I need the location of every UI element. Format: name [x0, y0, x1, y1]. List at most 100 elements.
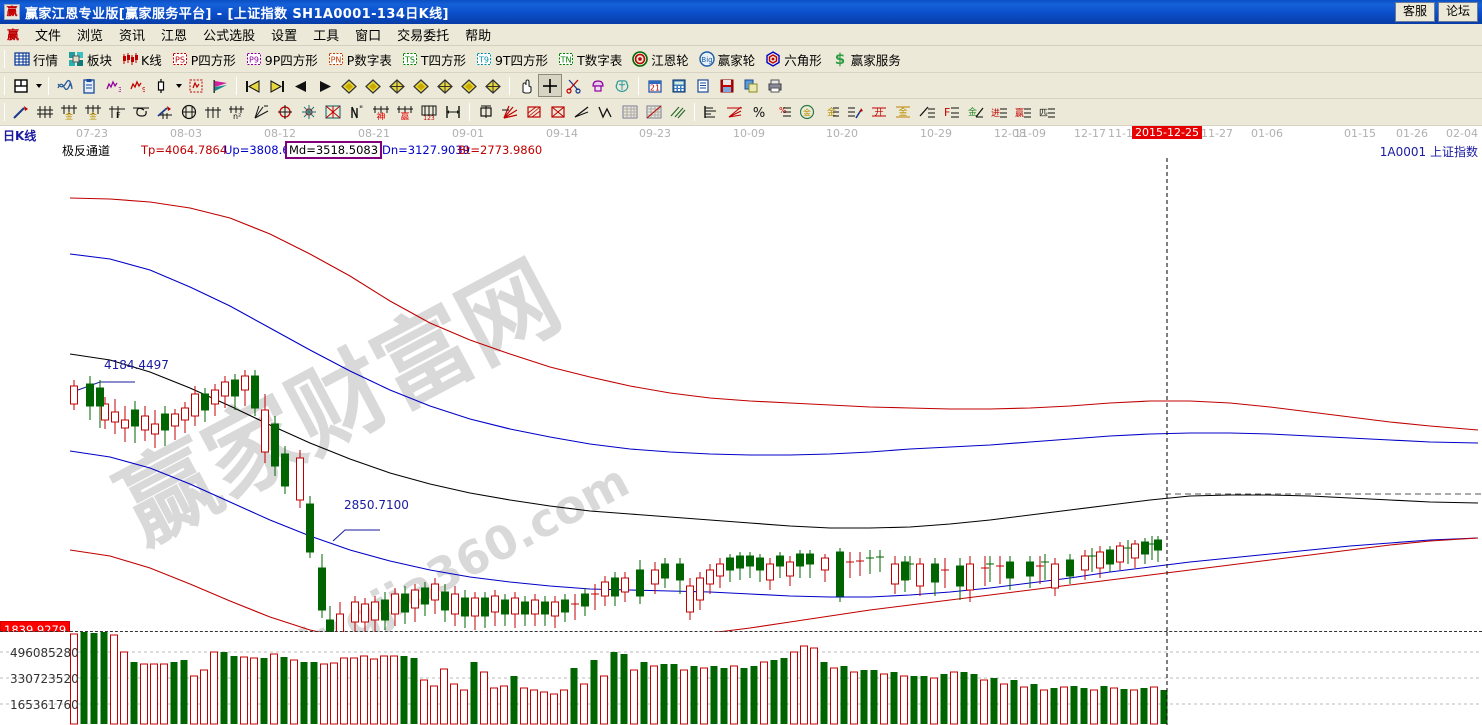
menu-gann[interactable]: 江恩 — [153, 23, 195, 46]
zigzag-tool[interactable] — [595, 102, 617, 123]
hand-tool-button[interactable] — [515, 75, 537, 96]
notebook-button[interactable] — [692, 75, 714, 96]
customer-service-button[interactable]: 客服 — [1395, 2, 1435, 22]
diamond-button-6[interactable] — [458, 75, 480, 96]
starburst-tool[interactable] — [298, 102, 320, 123]
diamond-button-3[interactable] — [386, 75, 408, 96]
cross-box-tool[interactable] — [547, 102, 569, 123]
gold-grid-tool-1[interactable]: 金 — [58, 102, 80, 123]
red-level-tool[interactable]: 开 — [868, 102, 890, 123]
diamond-button-7[interactable] — [482, 75, 504, 96]
angle-mark-tool[interactable]: " — [346, 102, 368, 123]
flower-button[interactable] — [587, 75, 609, 96]
comb-tool[interactable] — [202, 102, 224, 123]
module-t-square[interactable]: TS T四方形 — [397, 48, 471, 71]
gold-grid-tool-2[interactable]: 金 — [82, 102, 104, 123]
crosshair-tool-button[interactable] — [539, 75, 561, 96]
pen-grid-tool[interactable] — [154, 102, 176, 123]
volume-panel[interactable]: 496085280 330723520 165361760 — [0, 632, 1482, 725]
flag-button[interactable] — [209, 75, 231, 96]
slash-level-tool[interactable] — [916, 102, 938, 123]
shen-tool[interactable]: 神 — [370, 102, 392, 123]
copy-button[interactable] — [740, 75, 762, 96]
target-tool[interactable] — [274, 102, 296, 123]
ladder-tool[interactable]: 123 — [418, 102, 440, 123]
module-kline[interactable]: K线 — [117, 48, 167, 71]
chart-area[interactable]: 日K线 07-23 08-03 08-12 08-21 09-01 09-14 … — [0, 126, 1482, 725]
span-tool[interactable] — [442, 102, 464, 123]
brain-button[interactable] — [611, 75, 633, 96]
menu-tools[interactable]: 工具 — [305, 23, 347, 46]
module-p-number-table[interactable]: PN P数字表 — [323, 48, 397, 71]
si-level-tool[interactable]: 匹 — [1036, 102, 1058, 123]
candle-style-dropdown-caret-icon[interactable] — [173, 75, 184, 96]
pen-tool[interactable] — [10, 102, 32, 123]
kline-9-button[interactable]: 9 — [126, 75, 148, 96]
scissors-button[interactable] — [563, 75, 585, 96]
module-hexagon[interactable]: 六角形 — [760, 48, 827, 71]
jin-level-tool[interactable]: 进 — [988, 102, 1010, 123]
forum-button[interactable]: 论坛 — [1438, 2, 1478, 22]
diamond-button-1[interactable] — [338, 75, 360, 96]
n-squared-tool[interactable]: n² — [226, 102, 248, 123]
menu-settings[interactable]: 设置 — [263, 23, 305, 46]
menu-trade-order[interactable]: 交易委托 — [389, 23, 457, 46]
percent-tool[interactable]: % — [748, 102, 770, 123]
print-button[interactable] — [764, 75, 786, 96]
module-sector[interactable]: 板块 — [63, 48, 117, 71]
ying-level-tool[interactable]: 赢 — [1012, 102, 1034, 123]
red-fan-tool[interactable] — [724, 102, 746, 123]
first-page-button[interactable] — [242, 75, 264, 96]
next-button[interactable] — [314, 75, 336, 96]
module-ps-square[interactable]: PS P四方形 — [167, 48, 241, 71]
period-dropdown-caret-icon[interactable] — [33, 75, 44, 96]
gold-band-tool[interactable]: 金 — [892, 102, 914, 123]
diamond-button-2[interactable] — [362, 75, 384, 96]
gold-level-tool[interactable]: 金 — [820, 102, 842, 123]
kline-3-button[interactable]: 3 — [102, 75, 124, 96]
module-winner-wheel[interactable]: Big 赢家轮 — [694, 48, 761, 71]
module-9p-square[interactable]: P9 9P四方形 — [241, 48, 323, 71]
gold-circle-tool[interactable]: 金 — [796, 102, 818, 123]
ying-tool[interactable]: 赢 — [394, 102, 416, 123]
menu-news[interactable]: 资讯 — [111, 23, 153, 46]
parallel-tool[interactable] — [667, 102, 689, 123]
candle-style-button[interactable] — [150, 75, 172, 96]
grid-lines-tool[interactable] — [34, 102, 56, 123]
module-gann-wheel[interactable]: 江恩轮 — [627, 48, 694, 71]
module-winner-service[interactable]: $ 赢家服务 — [827, 48, 906, 71]
box-tool[interactable] — [475, 102, 497, 123]
f-level-tool[interactable]: F — [940, 102, 962, 123]
mesh-tool-1[interactable] — [619, 102, 641, 123]
clipboard-button[interactable] — [78, 75, 100, 96]
percent-level-tool[interactable]: % — [772, 102, 794, 123]
rays-tool[interactable] — [499, 102, 521, 123]
pattern-button[interactable] — [185, 75, 207, 96]
gold-slope-tool[interactable]: 金 — [964, 102, 986, 123]
hatch-box-tool[interactable] — [523, 102, 545, 123]
period-button[interactable] — [10, 75, 32, 96]
multi-chart-button[interactable] — [54, 75, 76, 96]
prev-button[interactable] — [290, 75, 312, 96]
last-page-button[interactable] — [266, 75, 288, 96]
framed-star-tool[interactable] — [322, 102, 344, 123]
module-t-number-table[interactable]: TN T数字表 — [553, 48, 627, 71]
save-button[interactable] — [716, 75, 738, 96]
f-grid-tool[interactable]: F — [106, 102, 128, 123]
menu-window[interactable]: 窗口 — [347, 23, 389, 46]
calendar-button[interactable]: 21 — [644, 75, 666, 96]
module-quotes[interactable]: 行情 — [9, 48, 63, 71]
diamond-button-5[interactable] — [434, 75, 456, 96]
pen-level-tool[interactable] — [844, 102, 866, 123]
slope-tool[interactable] — [571, 102, 593, 123]
spiral-tool[interactable] — [130, 102, 152, 123]
calculator-button[interactable] — [668, 75, 690, 96]
menu-formula-stock-pick[interactable]: 公式选股 — [195, 23, 263, 46]
fan-tool[interactable] — [250, 102, 272, 123]
circle-grid-tool[interactable] — [178, 102, 200, 123]
menu-file[interactable]: 文件 — [27, 23, 69, 46]
bars-tool[interactable] — [700, 102, 722, 123]
menu-help[interactable]: 帮助 — [457, 23, 499, 46]
module-9t-square[interactable]: T9 9T四方形 — [471, 48, 553, 71]
menu-browse[interactable]: 浏览 — [69, 23, 111, 46]
